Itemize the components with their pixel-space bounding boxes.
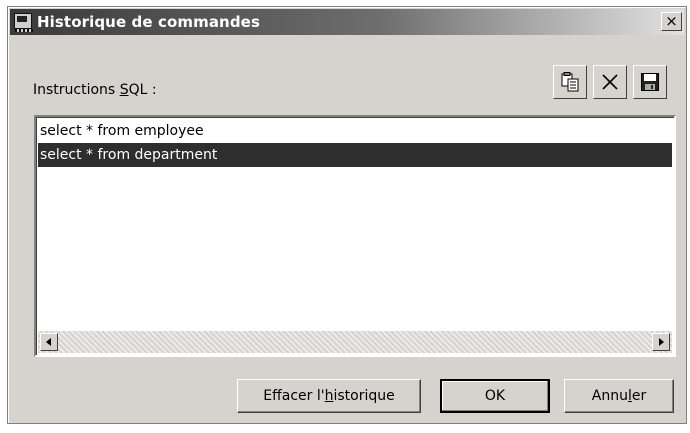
title-bar[interactable]: Historique de commandes ×: [10, 9, 684, 35]
list-item-selected[interactable]: select * from department: [38, 143, 672, 167]
app-window-icon: [14, 13, 33, 32]
label-text-before: Instructions: [33, 82, 120, 98]
label-text-after: QL :: [128, 82, 157, 98]
delete-icon: [602, 74, 618, 90]
close-button[interactable]: ×: [661, 12, 682, 31]
save-button[interactable]: [633, 65, 667, 99]
scroll-right-arrow-icon[interactable]: [652, 333, 670, 351]
sql-history-list[interactable]: select * from employee select * from dep…: [34, 115, 676, 357]
copy-icon: [561, 72, 579, 92]
ok-label: OK: [484, 388, 506, 404]
clear-history-button[interactable]: Effacer l' h istorique: [237, 379, 421, 413]
sql-instructions-label: Instructions SQL :: [33, 82, 157, 98]
clear-history-label-after: istorique: [333, 388, 395, 404]
scroll-left-arrow-icon[interactable]: [40, 333, 58, 351]
horizontal-scrollbar[interactable]: [38, 331, 672, 353]
clear-history-mnemonic: h: [324, 388, 334, 404]
save-icon: [641, 73, 659, 91]
copy-button[interactable]: [553, 65, 587, 99]
cancel-label-before: Annu: [591, 388, 628, 404]
clear-history-label-before: Effacer l': [263, 388, 325, 404]
label-mnemonic: S: [119, 82, 129, 98]
cancel-label-after: er: [631, 388, 647, 404]
list-item[interactable]: select * from employee: [38, 119, 672, 143]
sql-history-dialog: Historique de commandes × Instructions S…: [7, 6, 687, 424]
cancel-button[interactable]: Annu l er: [564, 379, 674, 413]
ok-button[interactable]: OK: [440, 379, 550, 413]
window-title: Historique de commandes: [37, 13, 260, 31]
delete-button[interactable]: [593, 65, 627, 99]
